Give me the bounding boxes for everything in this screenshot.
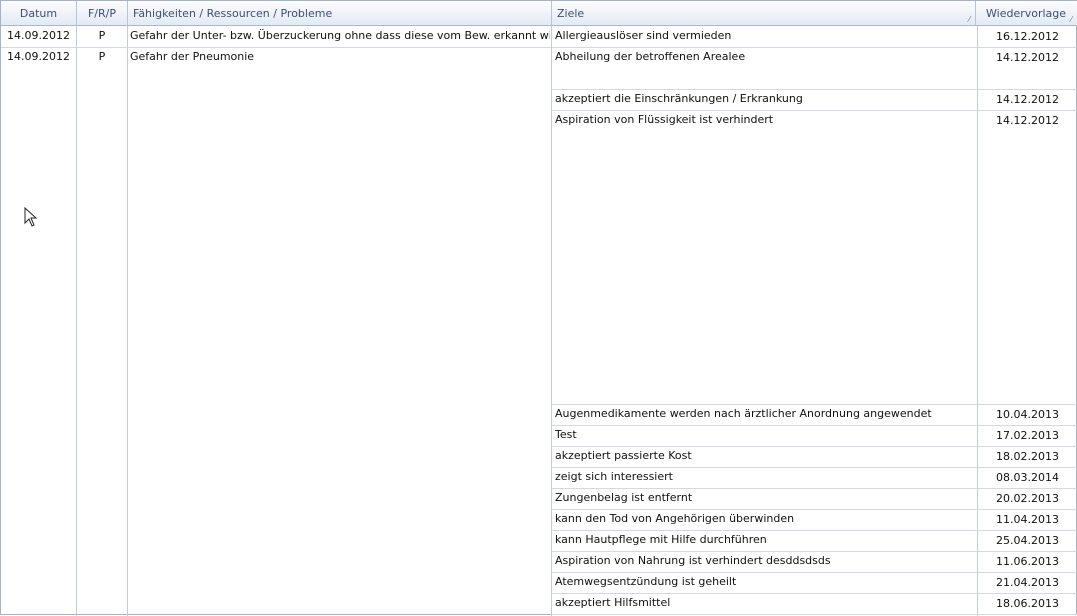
column-header-problems[interactable]: Fähigkeiten / Ressourcen / Probleme — [128, 1, 552, 26]
column-header-wiedervorlage-label: Wiedervorlage — [986, 7, 1067, 20]
goal-text[interactable]: akzeptiert passierte Kost — [555, 446, 975, 467]
goal-date[interactable]: 14.12.2012 — [978, 48, 1077, 69]
care-plan-grid: Datum F/R/P Fähigkeiten / Ressourcen / P… — [0, 0, 1077, 616]
goal-text[interactable]: zeigt sich interessiert — [555, 467, 975, 488]
column-header-datum-label: Datum — [19, 7, 58, 20]
goal-text[interactable]: Atemwegsentzündung ist geheilt — [555, 572, 975, 593]
goal-text[interactable]: Aspiration von Nahrung ist verhindert de… — [555, 551, 975, 572]
sort-icon: ⁄ — [1070, 15, 1072, 24]
goal-date[interactable]: 25.04.2013 — [978, 531, 1077, 552]
column-header-ziele-label: Ziele — [557, 7, 585, 20]
row-datum[interactable]: 14.09.2012 — [1, 26, 76, 47]
goal-text[interactable]: Aspiration von Flüssigkeit ist verhinder… — [555, 110, 975, 131]
goal-date[interactable]: 17.02.2013 — [978, 426, 1077, 447]
column-header-frp-label: F/R/P — [87, 7, 116, 20]
goal-text[interactable]: akzeptiert Hilfsmittel — [555, 593, 975, 614]
goal-date[interactable]: 18.02.2013 — [978, 447, 1077, 468]
goal-date[interactable]: 14.12.2012 — [978, 111, 1077, 132]
row-problem[interactable]: Gefahr der Unter- bzw. Überzuckerung ohn… — [130, 26, 550, 47]
goal-text[interactable]: akzeptiert die Einschränkungen / Erkrank… — [555, 89, 975, 110]
column-divider — [76, 26, 77, 616]
column-header-datum[interactable]: Datum — [1, 1, 77, 26]
goal-date[interactable]: 10.04.2013 — [978, 405, 1077, 426]
goal-date[interactable]: 18.06.2013 — [978, 594, 1077, 615]
goal-date[interactable]: 11.04.2013 — [978, 510, 1077, 531]
goal-date[interactable]: 11.06.2013 — [978, 552, 1077, 573]
goal-text[interactable]: Augenmedikamente werden nach ärztlicher … — [555, 404, 975, 425]
column-header-problems-label: Fähigkeiten / Ressourcen / Probleme — [133, 7, 333, 20]
goal-date[interactable]: 14.12.2012 — [978, 90, 1077, 111]
goal-date[interactable]: 16.12.2012 — [978, 27, 1077, 48]
grid-header: Datum F/R/P Fähigkeiten / Ressourcen / P… — [1, 1, 1077, 26]
row-problem[interactable]: Gefahr der Pneumonie — [130, 47, 550, 68]
row-frp[interactable]: P — [77, 26, 127, 47]
goal-text[interactable]: Allergieauslöser sind vermieden — [555, 26, 975, 47]
mouse-pointer-icon — [24, 207, 37, 227]
goal-date[interactable]: 20.02.2013 — [978, 489, 1077, 510]
column-divider — [127, 26, 128, 616]
column-header-ziele[interactable]: Ziele ⁄ — [552, 1, 976, 26]
row-frp[interactable]: P — [77, 47, 127, 68]
goal-text[interactable]: Zungenbelag ist entfernt — [555, 488, 975, 509]
goal-text[interactable]: Test — [555, 425, 975, 446]
goal-date[interactable]: 08.03.2014 — [978, 468, 1077, 489]
column-divider — [551, 26, 552, 616]
column-header-wiedervorlage[interactable]: Wiedervorlage ⁄ — [976, 1, 1077, 26]
sort-icon: ⁄ — [968, 15, 970, 24]
goal-text[interactable]: Abheilung der betroffenen Arealee — [555, 47, 975, 68]
goal-text[interactable]: kann Hautpflege mit Hilfe durchführen — [555, 530, 975, 551]
row-datum[interactable]: 14.09.2012 — [1, 47, 76, 68]
goal-date[interactable]: 21.04.2013 — [978, 573, 1077, 594]
goal-text[interactable]: kann den Tod von Angehörigen überwinden — [555, 509, 975, 530]
column-header-frp[interactable]: F/R/P — [77, 1, 128, 26]
